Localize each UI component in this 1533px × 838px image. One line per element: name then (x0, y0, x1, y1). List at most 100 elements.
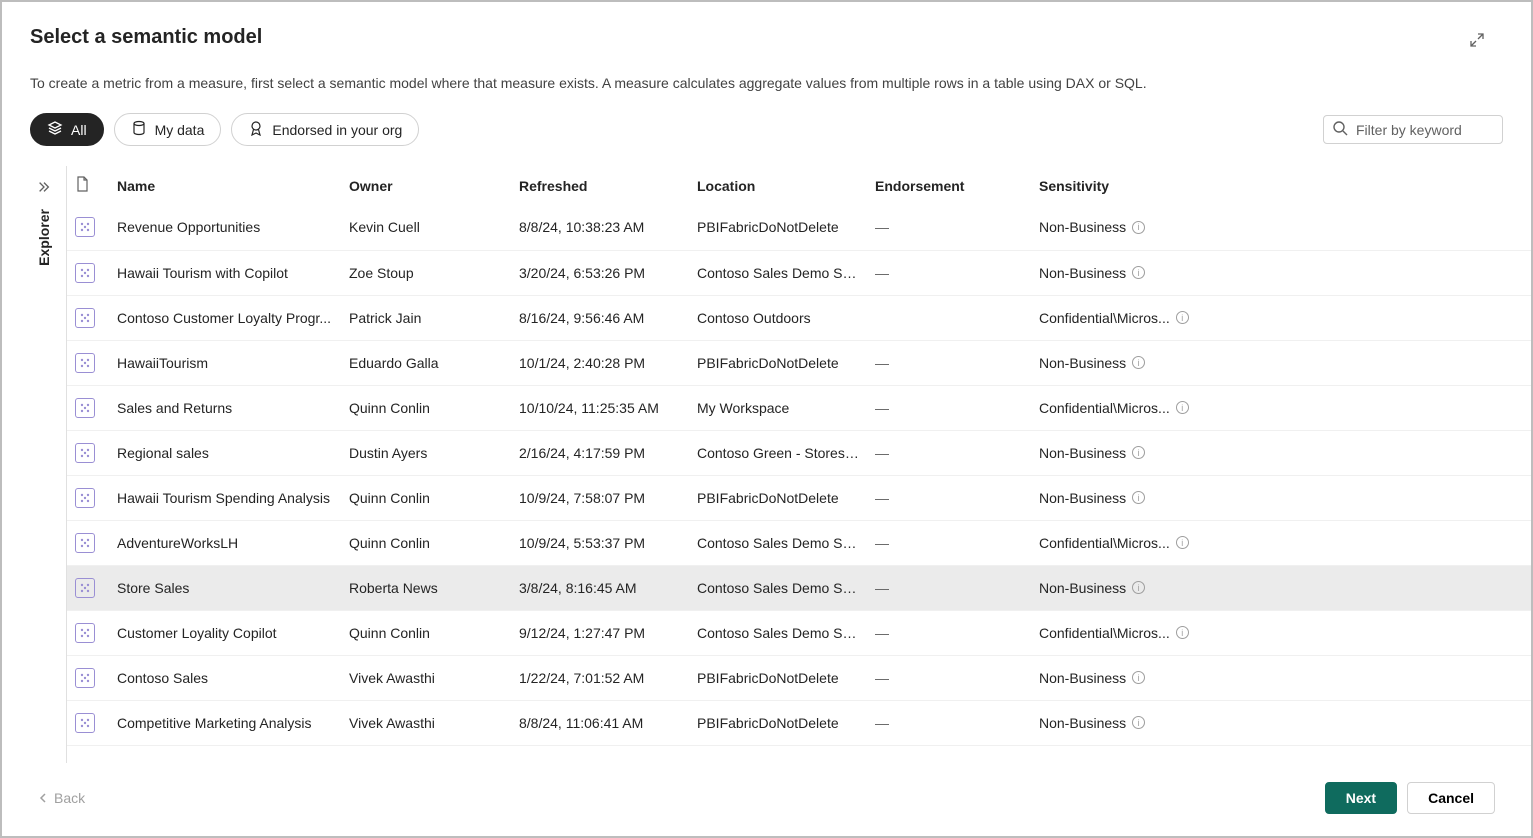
info-icon: i (1132, 356, 1145, 369)
table-header-row: Name Owner Refreshed Location Endorsemen… (67, 166, 1531, 205)
filter-pill-endorsed[interactable]: Endorsed in your org (231, 113, 419, 146)
cell-sensitivity: Confidential\Micros...i (1031, 520, 1531, 565)
col-header-owner[interactable]: Owner (341, 166, 511, 205)
col-header-location[interactable]: Location (689, 166, 867, 205)
table-row[interactable]: Hawaii Tourism with CopilotZoe Stoup3/20… (67, 250, 1531, 295)
search-box[interactable] (1323, 115, 1503, 144)
table-row[interactable]: AdventureWorksLHQuinn Conlin10/9/24, 5:5… (67, 520, 1531, 565)
cell-location: PBIFabricDoNotDelete (689, 475, 867, 520)
cell-refreshed: 10/10/24, 11:25:35 AM (511, 385, 689, 430)
table-row[interactable]: Contoso Customer Loyalty Progr...Patrick… (67, 295, 1531, 340)
cell-owner: Vivek Awasthi (341, 700, 511, 745)
expand-explorer-button[interactable] (37, 180, 51, 197)
explorer-panel-collapsed: Explorer (22, 166, 67, 763)
cell-owner: Quinn Conlin (341, 520, 511, 565)
filter-row: All My data Endorsed in your org (2, 91, 1531, 146)
table-row[interactable]: Store SalesRoberta News3/8/24, 8:16:45 A… (67, 565, 1531, 610)
filter-pill-all[interactable]: All (30, 113, 104, 146)
cell-name: Regional sales (109, 430, 341, 475)
cell-owner: Vivek Awasthi (341, 655, 511, 700)
info-icon: i (1176, 536, 1189, 549)
cell-endorsement: — (867, 655, 1031, 700)
cell-sensitivity: Non-Businessi (1031, 205, 1531, 250)
cell-endorsement: — (867, 565, 1031, 610)
semantic-model-icon (75, 713, 95, 733)
cell-location: Contoso Sales Demo Sp... (689, 610, 867, 655)
semantic-model-icon (75, 488, 95, 508)
semantic-model-icon (75, 533, 95, 553)
cell-endorsement (867, 295, 1031, 340)
table-row[interactable]: Sales and ReturnsQuinn Conlin10/10/24, 1… (67, 385, 1531, 430)
table-row[interactable]: Customer Loyality CopilotQuinn Conlin9/1… (67, 610, 1531, 655)
cell-sensitivity: Non-Businessi (1031, 700, 1531, 745)
cell-name: AdventureWorksLH (109, 520, 341, 565)
search-input[interactable] (1354, 121, 1494, 139)
document-icon (75, 179, 89, 195)
col-header-type[interactable] (67, 166, 109, 205)
models-table-scroll[interactable]: Name Owner Refreshed Location Endorsemen… (67, 166, 1531, 763)
table-row[interactable]: Regional salesDustin Ayers2/16/24, 4:17:… (67, 430, 1531, 475)
cell-location: Contoso Outdoors (689, 295, 867, 340)
semantic-model-icon (75, 398, 95, 418)
cell-owner: Zoe Stoup (341, 250, 511, 295)
col-header-refreshed[interactable]: Refreshed (511, 166, 689, 205)
cell-name: Hawaii Tourism with Copilot (109, 250, 341, 295)
cell-refreshed: 10/9/24, 5:53:37 PM (511, 520, 689, 565)
cell-endorsement: — (867, 475, 1031, 520)
cell-owner: Quinn Conlin (341, 385, 511, 430)
cell-location: PBIFabricDoNotDelete (689, 700, 867, 745)
cell-refreshed: 9/12/24, 1:27:47 PM (511, 610, 689, 655)
cell-refreshed: 3/8/24, 8:16:45 AM (511, 565, 689, 610)
cell-name: Sales and Returns (109, 385, 341, 430)
table-row[interactable]: Hawaii Tourism Spending AnalysisQuinn Co… (67, 475, 1531, 520)
table-row[interactable]: Contoso SalesVivek Awasthi1/22/24, 7:01:… (67, 655, 1531, 700)
table-row[interactable]: Revenue OpportunitiesKevin Cuell8/8/24, … (67, 205, 1531, 250)
filter-pill-mydata-label: My data (155, 122, 205, 138)
semantic-model-icon (75, 263, 95, 283)
next-button[interactable]: Next (1325, 782, 1397, 814)
semantic-model-icon (75, 308, 95, 328)
body-area: Explorer (2, 166, 1531, 763)
filter-pill-endorsed-label: Endorsed in your org (272, 122, 402, 138)
chevron-left-icon (38, 790, 48, 806)
info-icon: i (1176, 311, 1189, 324)
dialog-header: Select a semantic model (2, 2, 1531, 57)
search-icon (1332, 120, 1354, 139)
semantic-model-icon (75, 353, 95, 373)
table-row[interactable]: HawaiiTourismEduardo Galla10/1/24, 2:40:… (67, 340, 1531, 385)
footer-actions: Next Cancel (1325, 782, 1495, 814)
cell-endorsement: — (867, 205, 1031, 250)
col-header-name[interactable]: Name (109, 166, 341, 205)
table-row[interactable]: Competitive Marketing AnalysisVivek Awas… (67, 700, 1531, 745)
cancel-button[interactable]: Cancel (1407, 782, 1495, 814)
cell-name: Revenue Opportunities (109, 205, 341, 250)
cell-sensitivity: Non-Businessi (1031, 430, 1531, 475)
cell-location: Contoso Sales Demo Sp... (689, 250, 867, 295)
semantic-model-icon (75, 623, 95, 643)
explorer-label: Explorer (36, 209, 52, 266)
cell-endorsement: — (867, 250, 1031, 295)
expand-dialog-button[interactable] (1463, 26, 1491, 57)
col-header-sensitivity[interactable]: Sensitivity (1031, 166, 1531, 205)
cell-name: HawaiiTourism (109, 340, 341, 385)
info-icon: i (1176, 401, 1189, 414)
cell-endorsement: — (867, 700, 1031, 745)
cell-owner: Quinn Conlin (341, 610, 511, 655)
cell-refreshed: 8/8/24, 10:38:23 AM (511, 205, 689, 250)
info-icon: i (1132, 266, 1145, 279)
cell-owner: Patrick Jain (341, 295, 511, 340)
cell-sensitivity: Confidential\Micros...i (1031, 385, 1531, 430)
filter-pills: All My data Endorsed in your org (30, 113, 419, 146)
cell-refreshed: 10/9/24, 7:58:07 PM (511, 475, 689, 520)
cell-location: PBIFabricDoNotDelete (689, 205, 867, 250)
cell-refreshed: 1/22/24, 7:01:52 AM (511, 655, 689, 700)
filter-pill-mydata[interactable]: My data (114, 113, 222, 146)
cell-name: Contoso Sales (109, 655, 341, 700)
info-icon: i (1132, 581, 1145, 594)
col-header-endorsement[interactable]: Endorsement (867, 166, 1031, 205)
cell-name: Store Sales (109, 565, 341, 610)
cell-endorsement: — (867, 340, 1031, 385)
cell-sensitivity: Confidential\Micros...i (1031, 610, 1531, 655)
back-button[interactable]: Back (38, 790, 85, 806)
info-icon: i (1132, 221, 1145, 234)
